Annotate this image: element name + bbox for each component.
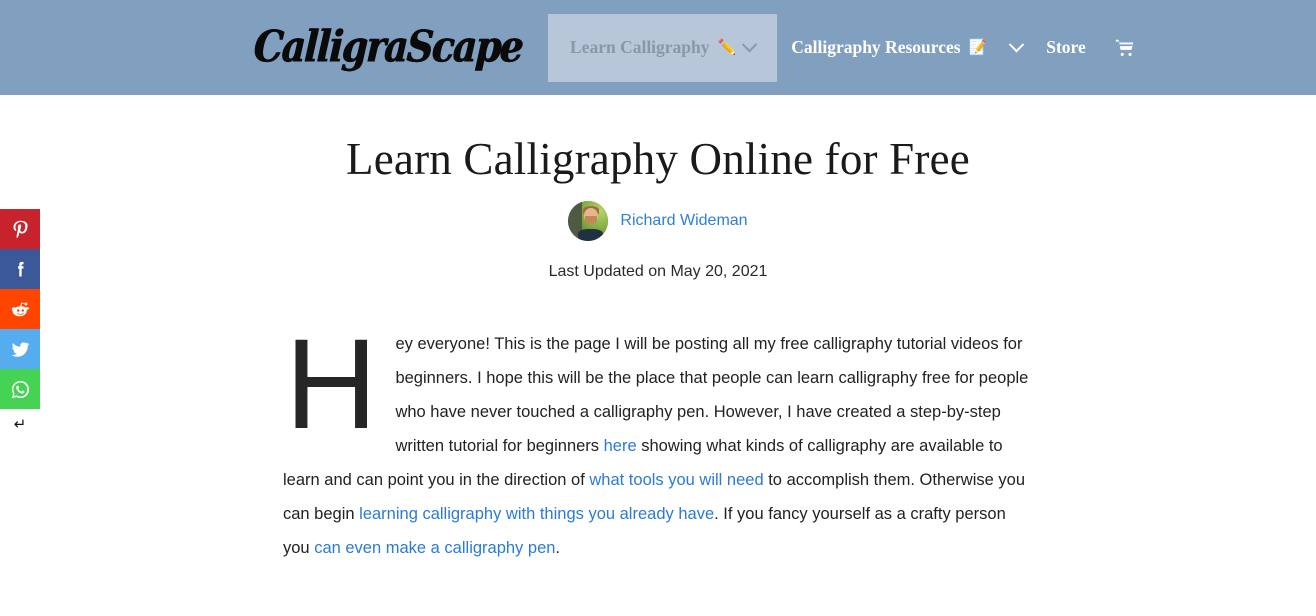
nav-item-learn-calligraphy[interactable]: Learn Calligraphy ✏️ <box>548 13 778 82</box>
pencil-icon: ✏️ <box>717 38 737 56</box>
hide-share-arrow-icon[interactable]: ↵ <box>0 409 40 439</box>
shopping-cart-icon <box>1115 39 1134 56</box>
nav-item-label: Store <box>1046 37 1086 57</box>
social-share-rail: ↵ <box>0 209 40 439</box>
nav-item-label: Calligraphy Resources <box>791 37 961 57</box>
cart-button[interactable] <box>1100 0 1150 95</box>
nav-item-calligraphy-resources[interactable]: Calligraphy Resources 📝 <box>777 0 1001 95</box>
page-title: Learn Calligraphy Online for Free <box>346 134 970 184</box>
author-link[interactable]: Richard Wideman <box>620 212 747 230</box>
reddit-icon <box>11 302 29 316</box>
byline: Richard Wideman <box>283 201 1033 242</box>
link-learning-calligraphy-with-things-you-already-have[interactable]: learning calligraphy with things you alr… <box>359 505 714 523</box>
share-button-facebook[interactable] <box>0 249 40 289</box>
chevron-down-icon <box>1008 36 1025 53</box>
site-header: CalligraScape Learn Calligraphy ✏️ Calli… <box>0 0 1316 95</box>
share-button-whatsapp[interactable] <box>0 369 40 409</box>
pinterest-icon <box>13 220 28 238</box>
site-logo[interactable]: CalligraScape <box>252 20 523 72</box>
chevron-down-icon[interactable] <box>741 36 758 53</box>
share-button-twitter[interactable] <box>0 329 40 369</box>
nav-item-label: Learn Calligraphy <box>570 37 710 57</box>
link-can-even-make-a-calligraphy-pen[interactable]: can even make a calligraphy pen <box>314 539 555 557</box>
link-what-tools-you-will-need[interactable]: what tools you will need <box>589 471 763 489</box>
memo-icon: 📝 <box>968 38 988 56</box>
paragraph-text-5: . <box>555 539 561 558</box>
avatar[interactable] <box>568 201 609 242</box>
nav-item-store[interactable]: Store <box>1032 0 1100 95</box>
article: Learn Calligraphy Online for Free Richar… <box>283 95 1033 565</box>
site-logo-text: CalligraScape <box>252 20 524 72</box>
twitter-icon <box>11 341 30 357</box>
intro-paragraph: ey everyone! This is the page I will be … <box>283 327 1033 565</box>
whatsapp-icon <box>11 380 29 398</box>
share-button-pinterest[interactable] <box>0 209 40 249</box>
facebook-icon <box>17 261 24 276</box>
main-navigation: Learn Calligraphy ✏️ Calligraphy Resourc… <box>548 0 1150 95</box>
nav-resources-dropdown-toggle[interactable] <box>1001 0 1032 95</box>
dropcap-letter: H <box>285 313 377 457</box>
link-here[interactable]: here <box>604 437 637 455</box>
post-body: H ey everyone! This is the page I will b… <box>283 313 1033 565</box>
share-button-reddit[interactable] <box>0 289 40 329</box>
last-updated-text: Last Updated on May 20, 2021 <box>548 263 768 281</box>
